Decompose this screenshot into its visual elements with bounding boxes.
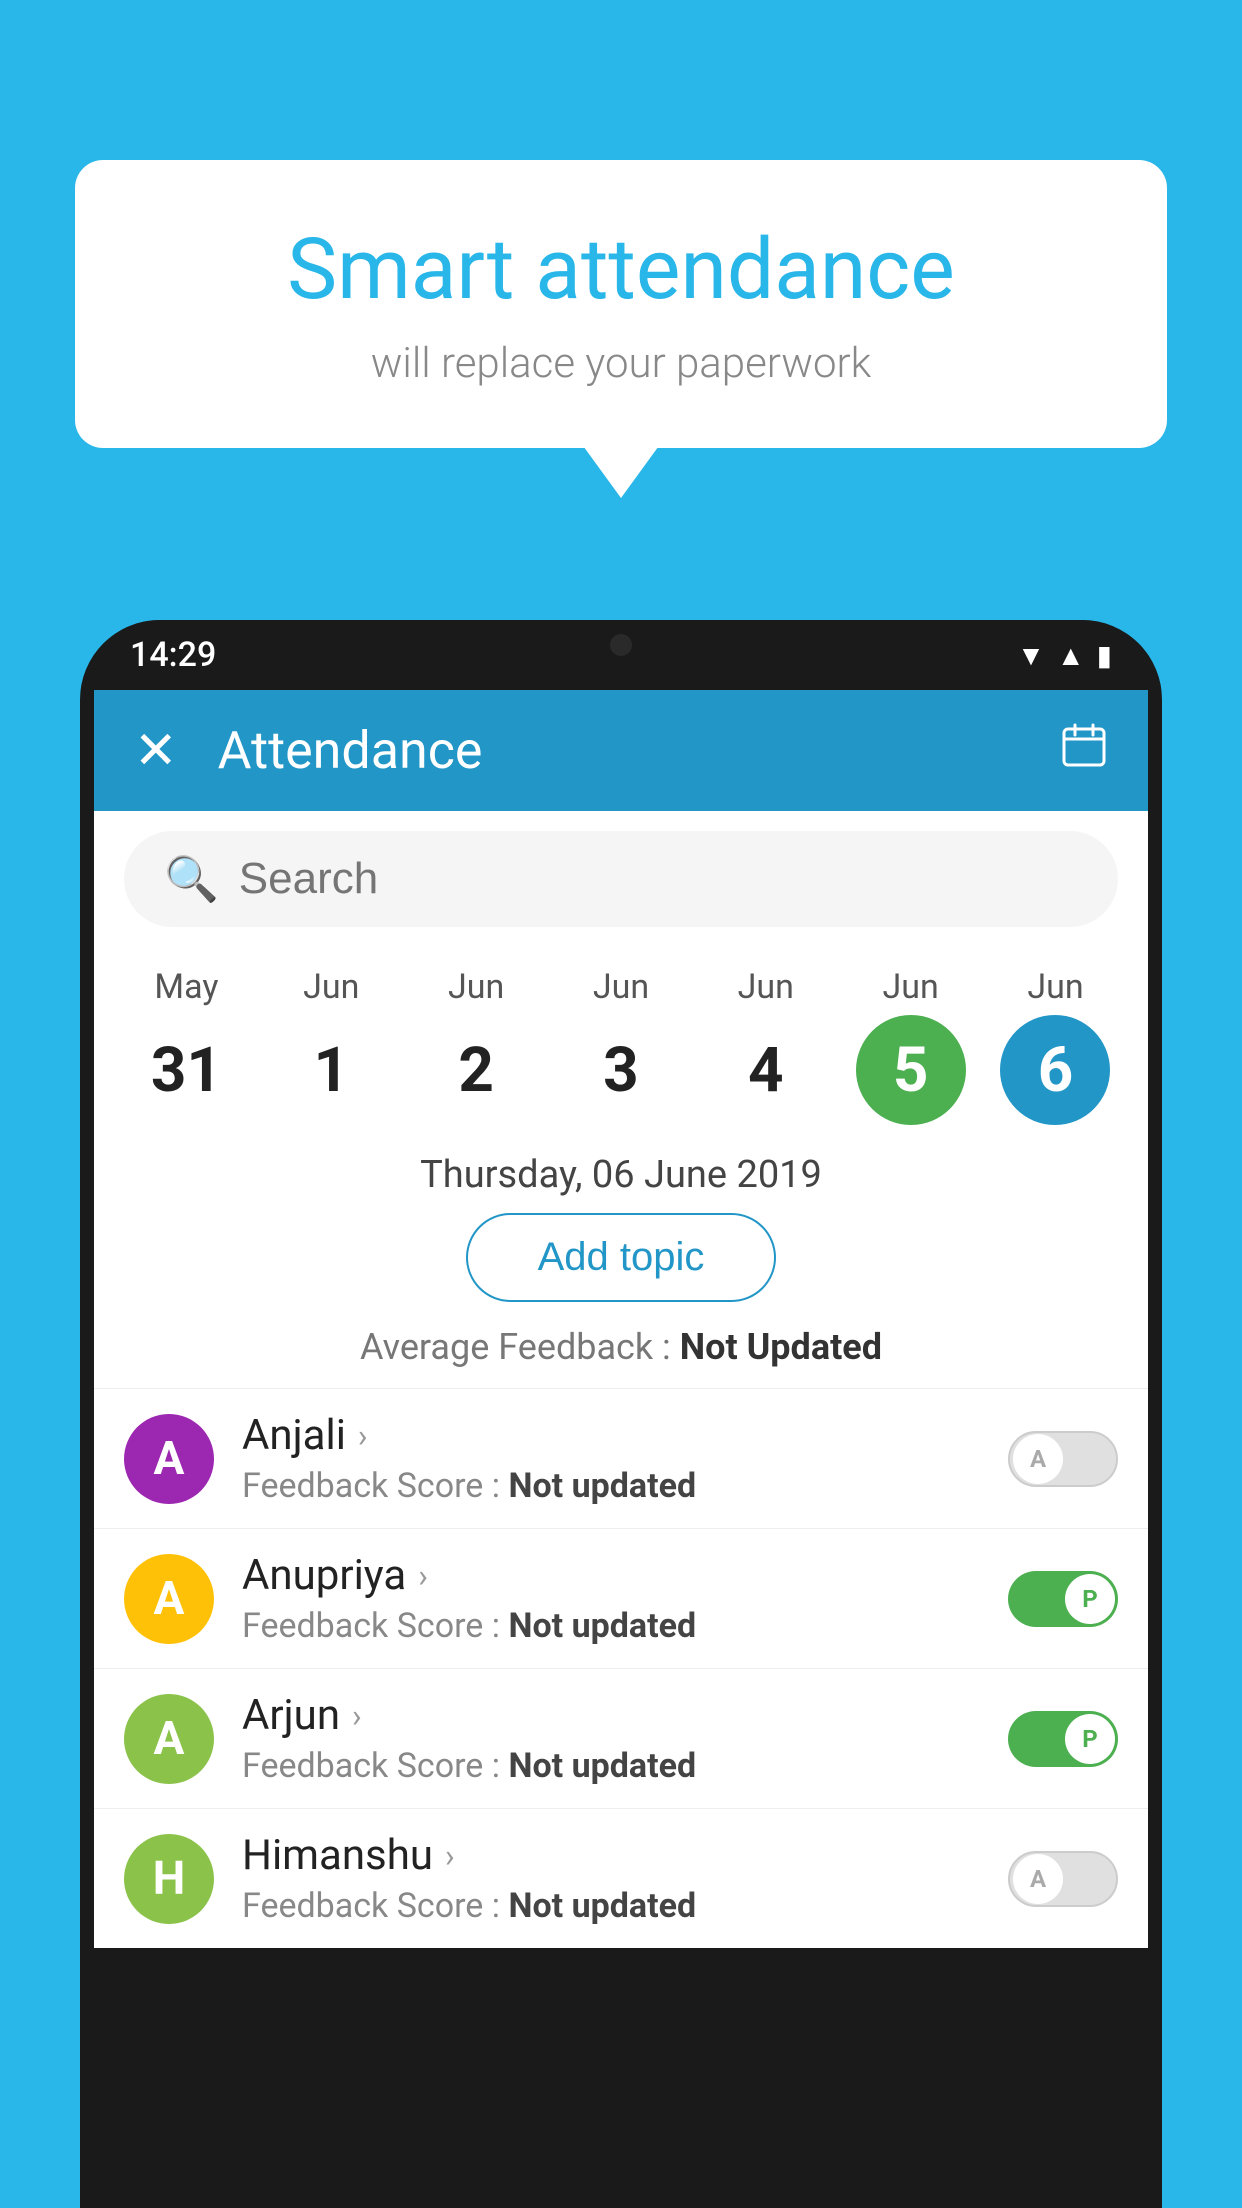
student-feedback-anupriya: Feedback Score : Not updated (242, 1606, 980, 1646)
toggle-knob-himanshu: A (1013, 1854, 1063, 1904)
selected-date: Thursday, 06 June 2019 (94, 1125, 1148, 1213)
attendance-toggle-anupriya[interactable]: P (1008, 1571, 1118, 1627)
status-time: 14:29 (130, 635, 216, 675)
search-icon: 🔍 (164, 853, 219, 905)
speech-bubble: Smart attendance will replace your paper… (75, 160, 1167, 448)
date-item-jun4[interactable]: Jun 4 (711, 967, 821, 1125)
app-content: ✕ Attendance 🔍 May 31 Jun (94, 690, 1148, 1948)
avatar-arjun: A (124, 1694, 214, 1784)
student-row-anupriya[interactable]: A Anupriya › Feedback Score : Not update… (94, 1528, 1148, 1668)
student-info-anupriya: Anupriya › Feedback Score : Not updated (242, 1551, 980, 1646)
student-row-anjali[interactable]: A Anjali › Feedback Score : Not updated … (94, 1388, 1148, 1528)
student-info-anjali: Anjali › Feedback Score : Not updated (242, 1411, 980, 1506)
wifi-icon: ▼ (1017, 639, 1045, 672)
search-input[interactable] (239, 854, 1078, 904)
phone-notch (556, 620, 686, 670)
student-feedback-himanshu: Feedback Score : Not updated (242, 1886, 980, 1926)
add-topic-button[interactable]: Add topic (466, 1213, 777, 1302)
student-name-himanshu: Himanshu › (242, 1831, 980, 1880)
camera-dot (610, 634, 632, 656)
student-row-himanshu[interactable]: H Himanshu › Feedback Score : Not update… (94, 1808, 1148, 1948)
avg-feedback-value: Not Updated (680, 1326, 882, 1368)
student-feedback-anjali: Feedback Score : Not updated (242, 1466, 980, 1506)
battery-icon: ▮ (1097, 639, 1112, 672)
toggle-knob-arjun: P (1065, 1714, 1115, 1764)
app-title: Attendance (218, 720, 1020, 781)
avatar-anupriya: A (124, 1554, 214, 1644)
status-icons: ▼ ▲ ▮ (1017, 639, 1112, 672)
avg-feedback: Average Feedback : Not Updated (94, 1326, 1148, 1388)
status-bar: 14:29 ▼ ▲ ▮ (80, 620, 1162, 690)
student-name-anjali: Anjali › (242, 1411, 980, 1460)
attendance-toggle-arjun[interactable]: P (1008, 1711, 1118, 1767)
date-item-may31[interactable]: May 31 (131, 967, 241, 1125)
app-header: ✕ Attendance (94, 690, 1148, 811)
chevron-icon: › (418, 1557, 428, 1595)
student-info-himanshu: Himanshu › Feedback Score : Not updated (242, 1831, 980, 1926)
date-item-jun2[interactable]: Jun 2 (421, 967, 531, 1125)
student-list: A Anjali › Feedback Score : Not updated … (94, 1388, 1148, 1948)
speech-bubble-subtitle: will replace your paperwork (155, 339, 1087, 388)
speech-bubble-container: Smart attendance will replace your paper… (75, 160, 1167, 448)
close-button[interactable]: ✕ (134, 720, 178, 781)
search-bar[interactable]: 🔍 (124, 831, 1118, 927)
phone-frame: 14:29 ▼ ▲ ▮ ✕ Attendance (80, 620, 1162, 2208)
avatar-himanshu: H (124, 1834, 214, 1924)
student-feedback-arjun: Feedback Score : Not updated (242, 1746, 980, 1786)
speech-bubble-title: Smart attendance (155, 220, 1087, 319)
date-row: May 31 Jun 1 Jun 2 Jun 3 Jun 4 Jun 5 (94, 947, 1148, 1125)
attendance-toggle-anjali[interactable]: A (1008, 1431, 1118, 1487)
attendance-toggle-himanshu[interactable]: A (1008, 1851, 1118, 1907)
toggle-knob-anjali: A (1013, 1434, 1063, 1484)
chevron-icon: › (358, 1417, 368, 1455)
chevron-icon: › (352, 1697, 362, 1735)
avg-feedback-label: Average Feedback : (360, 1326, 671, 1368)
date-item-jun3[interactable]: Jun 3 (566, 967, 676, 1125)
signal-icon: ▲ (1057, 639, 1085, 672)
student-name-anupriya: Anupriya › (242, 1551, 980, 1600)
calendar-icon[interactable] (1060, 721, 1108, 781)
avatar-anjali: A (124, 1414, 214, 1504)
toggle-knob-anupriya: P (1065, 1574, 1115, 1624)
chevron-icon: › (445, 1837, 455, 1875)
student-info-arjun: Arjun › Feedback Score : Not updated (242, 1691, 980, 1786)
student-name-arjun: Arjun › (242, 1691, 980, 1740)
date-item-jun5[interactable]: Jun 5 (856, 967, 966, 1125)
date-item-jun1[interactable]: Jun 1 (276, 967, 386, 1125)
student-row-arjun[interactable]: A Arjun › Feedback Score : Not updated P (94, 1668, 1148, 1808)
date-item-jun6[interactable]: Jun 6 (1000, 967, 1110, 1125)
